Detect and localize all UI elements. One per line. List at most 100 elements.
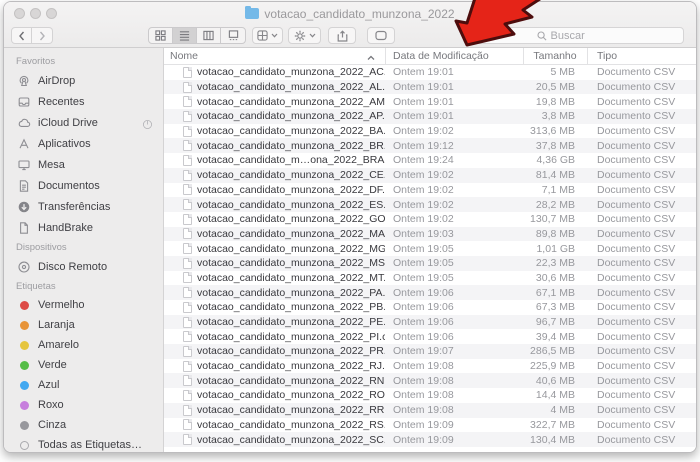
window-chrome: votacao_candidato_munzona_2022 (4, 2, 696, 48)
tag-color-icon (20, 421, 29, 430)
table-row[interactable]: votacao_candidato_munzona_2022_PE.csvOnt… (164, 315, 696, 330)
document-icon (183, 243, 192, 254)
icon-view-button[interactable] (149, 28, 173, 43)
column-header-nome[interactable]: Nome (164, 48, 385, 64)
file-modified: Ontem 19:02 (385, 169, 523, 181)
file-modified: Ontem 19:06 (385, 316, 523, 328)
sidebar-section-label: Dispositivos (4, 238, 163, 256)
table-row[interactable]: votacao_candidato_munzona_2022_PI.csvOnt… (164, 329, 696, 344)
table-row[interactable]: votacao_candidato_munzona_2022_AC.csvOnt… (164, 65, 696, 80)
view-switcher (148, 27, 246, 44)
file-size: 19,8 MB (523, 96, 587, 108)
group-by-button[interactable] (252, 27, 283, 44)
search-field[interactable] (463, 27, 684, 44)
toolbar (4, 24, 696, 48)
column-header-tamanho[interactable]: Tamanho (523, 48, 587, 64)
file-modified: Ontem 19:06 (385, 301, 523, 313)
sidebar-item-roxo[interactable]: Roxo (4, 395, 163, 415)
table-row[interactable]: votacao_candidato_munzona_2022_RS.csvOnt… (164, 418, 696, 433)
table-row[interactable]: votacao_candidato_munzona_2022_AM.csvOnt… (164, 94, 696, 109)
sidebar-item-cinza[interactable]: Cinza (4, 415, 163, 435)
table-row[interactable]: votacao_candidato_munzona_2022_AP.csvOnt… (164, 109, 696, 124)
document-icon (183, 331, 192, 342)
sidebar-item-documentos[interactable]: Documentos (4, 175, 163, 196)
file-type: Documento CSV (587, 257, 696, 269)
table-row[interactable]: votacao_candidato_munzona_2022_RO.csvOnt… (164, 388, 696, 403)
column-header-data[interactable]: Data de Modificação (385, 48, 523, 64)
sidebar-item-amarelo[interactable]: Amarelo (4, 335, 163, 355)
sidebar-item-disco-remoto[interactable]: Disco Remoto (4, 256, 163, 277)
table-row[interactable]: votacao_candidato_munzona_2022_PB.csvOnt… (164, 300, 696, 315)
recents-icon (17, 95, 31, 109)
sidebar-item-icloud-drive[interactable]: iCloud Drive (4, 112, 163, 133)
sidebar-item-handbrake[interactable]: HandBrake (4, 217, 163, 238)
sidebar-item-verde[interactable]: Verde (4, 355, 163, 375)
sidebar-item-todas-as-etiquetas[interactable]: Todas as Etiquetas… (4, 435, 163, 452)
file-type: Documento CSV (587, 125, 696, 137)
share-button[interactable] (328, 27, 356, 44)
table-row[interactable]: votacao_candidato_m…ona_2022_BRASIL.csvO… (164, 153, 696, 168)
sidebar-item-azul[interactable]: Azul (4, 375, 163, 395)
document-icon (183, 126, 192, 137)
file-name: votacao_candidato_munzona_2022_AL.csv (197, 81, 385, 93)
list-view-button[interactable] (173, 28, 197, 43)
document-icon (183, 434, 192, 445)
file-size: 30,6 MB (523, 272, 587, 284)
sidebar-item-mesa[interactable]: Mesa (4, 154, 163, 175)
gallery-view-button[interactable] (221, 28, 245, 43)
document-icon (183, 258, 192, 269)
table-row[interactable]: votacao_candidato_munzona_2022_MG.csvOnt… (164, 241, 696, 256)
table-row[interactable]: votacao_candidato_munzona_2022_CE.csvOnt… (164, 168, 696, 183)
table-row[interactable]: votacao_candidato_munzona_2022_BR.csvOnt… (164, 138, 696, 153)
file-size: 4,36 GB (523, 154, 587, 166)
table-row[interactable]: votacao_candidato_munzona_2022_ES.csvOnt… (164, 197, 696, 212)
column-header-row: Nome Data de Modificação Tamanho Tipo (164, 48, 696, 65)
file-name: votacao_candidato_munzona_2022_PA.csv (197, 287, 385, 299)
file-size: 313,6 MB (523, 125, 587, 137)
table-row[interactable]: votacao_candidato_munzona_2022_PA.csvOnt… (164, 285, 696, 300)
file-type: Documento CSV (587, 331, 696, 343)
table-row[interactable]: votacao_candidato_munzona_2022_GO.csvOnt… (164, 212, 696, 227)
table-row[interactable]: votacao_candidato_munzona_2022_AL.csvOnt… (164, 80, 696, 95)
table-row[interactable]: votacao_candidato_munzona_2022_MS.csvOnt… (164, 256, 696, 271)
file-type: Documento CSV (587, 213, 696, 225)
sidebar-item-aplicativos[interactable]: Aplicativos (4, 133, 163, 154)
table-row[interactable]: votacao_candidato_munzona_2022_RJ.csvOnt… (164, 359, 696, 374)
table-row[interactable]: votacao_candidato_munzona_2022_SC.csvOnt… (164, 432, 696, 447)
table-row[interactable]: votacao_candidato_munzona_2022_PR.csvOnt… (164, 344, 696, 359)
table-row[interactable]: votacao_candidato_munzona_2022_MT.csvOnt… (164, 271, 696, 286)
sidebar-item-recentes[interactable]: Recentes (4, 91, 163, 112)
file-size: 67,1 MB (523, 287, 587, 299)
tags-button[interactable] (367, 27, 395, 44)
document-icon (183, 361, 192, 372)
table-row[interactable]: votacao_candidato_munzona_2022_RN.csvOnt… (164, 373, 696, 388)
sidebar-item-laranja[interactable]: Laranja (4, 315, 163, 335)
table-row[interactable]: votacao_candidato_munzona_2022_DF.csvOnt… (164, 183, 696, 198)
sidebar-item-airdrop[interactable]: AirDrop (4, 70, 163, 91)
document-icon (183, 140, 192, 151)
table-row[interactable]: votacao_candidato_munzona_2022_MA.csvOnt… (164, 227, 696, 242)
file-name: votacao_candidato_munzona_2022_RN.csv (197, 375, 385, 387)
sidebar-item-vermelho[interactable]: Vermelho (4, 295, 163, 315)
file-name: votacao_candidato_munzona_2022_PE.csv (197, 316, 385, 328)
file-icon (17, 221, 31, 235)
sidebar-item-transferencias[interactable]: Transferências (4, 196, 163, 217)
file-type: Documento CSV (587, 404, 696, 416)
table-row[interactable]: votacao_candidato_munzona_2022_RR.csvOnt… (164, 403, 696, 418)
back-button[interactable] (11, 27, 32, 44)
forward-button[interactable] (32, 27, 53, 44)
column-view-icon (203, 30, 214, 41)
column-view-button[interactable] (197, 28, 221, 43)
sort-ascending-icon (367, 52, 375, 64)
table-row[interactable]: votacao_candidato_munzona_2022_BA.csvOnt… (164, 124, 696, 139)
file-size: 130,4 MB (523, 434, 587, 446)
sidebar-item-label: iCloud Drive (38, 117, 98, 129)
file-modified: Ontem 19:03 (385, 228, 523, 240)
file-name: votacao_candidato_munzona_2022_AP.csv (197, 110, 385, 122)
search-input[interactable] (551, 30, 611, 42)
file-type: Documento CSV (587, 96, 696, 108)
desktop-icon (17, 158, 31, 172)
file-type: Documento CSV (587, 434, 696, 446)
action-button[interactable] (288, 27, 321, 44)
column-header-tipo[interactable]: Tipo (587, 48, 696, 64)
